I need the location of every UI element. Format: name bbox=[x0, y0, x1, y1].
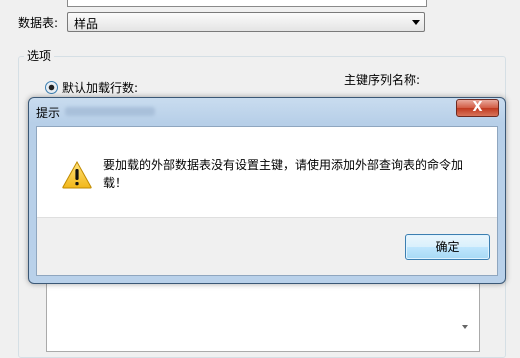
message-box-title: 提示 bbox=[36, 106, 61, 120]
primary-key-column-label: 主键序列名称: bbox=[344, 73, 421, 87]
ok-button[interactable]: 确定 bbox=[405, 234, 490, 260]
chevron-down-icon bbox=[412, 20, 420, 25]
message-text: 要加载的外部数据表没有设置主键，请使用添加外部查询表的命令加载！ bbox=[103, 158, 464, 190]
table-select[interactable]: 样品 bbox=[67, 12, 425, 32]
close-button[interactable]: X bbox=[456, 99, 499, 117]
options-group-title: 选项 bbox=[24, 47, 55, 64]
title-blur bbox=[65, 107, 155, 116]
default-load-rows-label: 默认加载行数: bbox=[62, 81, 139, 95]
message-box-client: 要加载的外部数据表没有设置主键，请使用添加外部查询表的命令加载！ 确定 bbox=[36, 126, 498, 276]
table-label: 数据表: bbox=[18, 16, 59, 30]
top-input-field[interactable] bbox=[67, 0, 427, 7]
message-box: 提示 X 要加载的外部数据表没有设置主键，请使用添加外部查询表的命令加载！ 确定 bbox=[28, 97, 506, 284]
scroll-down-icon[interactable] bbox=[462, 325, 468, 329]
table-select-value: 样品 bbox=[74, 17, 99, 31]
warning-icon bbox=[62, 161, 92, 189]
close-icon: X bbox=[472, 100, 483, 115]
default-load-rows-radio[interactable] bbox=[45, 81, 58, 94]
